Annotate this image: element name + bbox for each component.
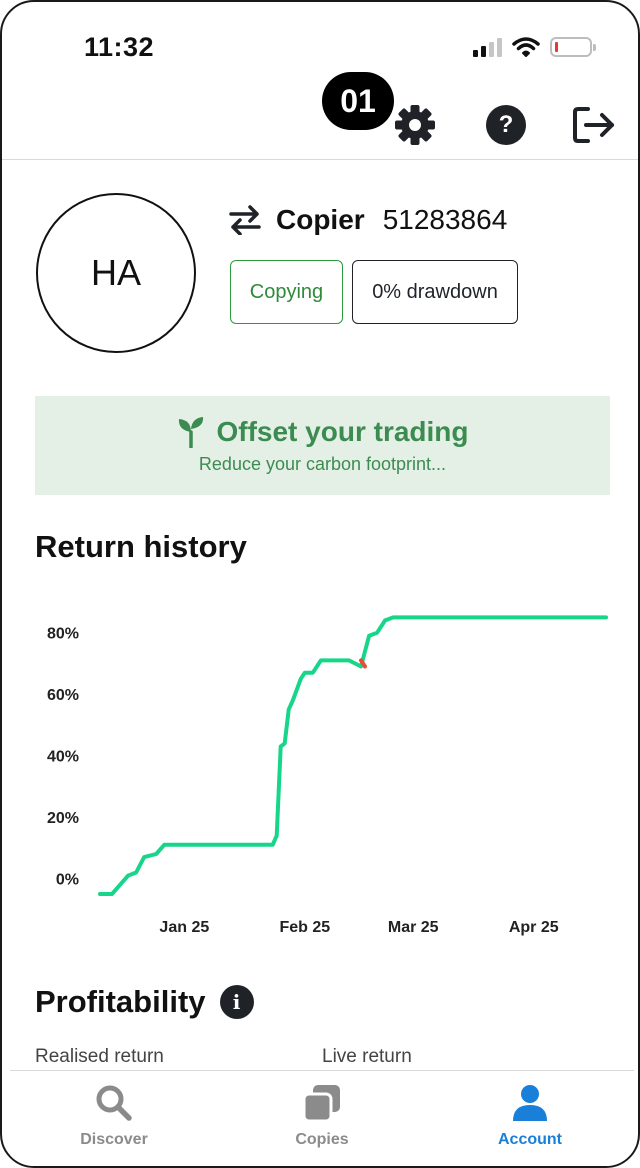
offset-title: Offset your trading — [216, 416, 469, 447]
return-history-chart: 0% 20% 40% 60% 80% Jan 25 Feb 25 Mar 25 Apr 25 — [2, 582, 638, 952]
settings-button[interactable] — [392, 102, 438, 148]
y-tick-label: 20% — [47, 810, 79, 827]
nav-discover[interactable]: Discover — [10, 1071, 218, 1166]
gear-icon — [395, 105, 435, 145]
logout-icon — [573, 107, 614, 143]
status-icons — [473, 36, 596, 58]
nav-discover-label: Discover — [80, 1131, 148, 1148]
help-button[interactable]: ? — [483, 102, 529, 148]
x-tick-label: Feb 25 — [279, 919, 330, 936]
app-header: 01 ? — [2, 72, 638, 160]
user-icon — [513, 1085, 547, 1121]
offset-subtitle: Reduce your carbon footprint... — [198, 454, 447, 474]
phone-frame: 11:32 01 ? HA Copier 51283864 Copying 0%… — [0, 0, 640, 1168]
x-tick-label: Apr 25 — [509, 919, 559, 936]
swap-arrows-icon — [229, 205, 261, 235]
account-type: Copier — [276, 204, 365, 235]
realised-return-label: Realised return — [35, 1046, 164, 1067]
profile-header: Copier 51283864 — [228, 204, 507, 236]
battery-low-icon — [550, 37, 596, 57]
help-icon: ? — [486, 105, 526, 145]
x-tick-label: Jan 25 — [159, 919, 209, 936]
y-tick-label: 40% — [47, 749, 79, 766]
nav-copies-label: Copies — [295, 1131, 349, 1148]
status-tags: Copying 0% drawdown — [230, 260, 518, 324]
search-icon — [96, 1085, 132, 1121]
nav-account-label: Account — [498, 1131, 562, 1148]
avatar: HA — [36, 193, 196, 353]
logout-button[interactable] — [572, 102, 618, 148]
account-id: 51283864 — [382, 204, 508, 235]
y-tick-label: 80% — [47, 626, 79, 643]
wifi-icon — [512, 37, 540, 57]
profitability-title: Profitability — [35, 984, 206, 1019]
offset-title-row: Offset your trading — [176, 416, 469, 448]
y-tick-label: 0% — [56, 872, 79, 889]
sprout-icon — [179, 417, 204, 448]
offset-banner[interactable]: Offset your trading Reduce your carbon f… — [35, 396, 610, 495]
y-tick-label: 60% — [47, 687, 79, 704]
return-chart-svg: 0% 20% 40% 60% 80% Jan 25 Feb 25 Mar 25 Apr 25 — [47, 615, 608, 936]
copying-badge: Copying — [230, 260, 343, 324]
bottom-nav: Discover Copies Account — [10, 1070, 634, 1166]
x-tick-label: Mar 25 — [388, 919, 439, 936]
status-time: 11:32 — [84, 32, 155, 62]
return-history-title: Return history — [35, 529, 247, 564]
live-return-label: Live return — [322, 1046, 412, 1067]
step-badge: 01 — [322, 72, 394, 130]
drawdown-badge: 0% drawdown — [352, 260, 518, 324]
info-icon[interactable]: i — [219, 985, 254, 1019]
profitability-header: Profitability i — [35, 984, 254, 1020]
return-series-line — [98, 615, 608, 896]
cellular-signal-icon — [473, 37, 502, 57]
nav-account[interactable]: Account — [426, 1071, 634, 1166]
nav-copies[interactable]: Copies — [218, 1071, 426, 1166]
copies-icon — [302, 1085, 340, 1123]
